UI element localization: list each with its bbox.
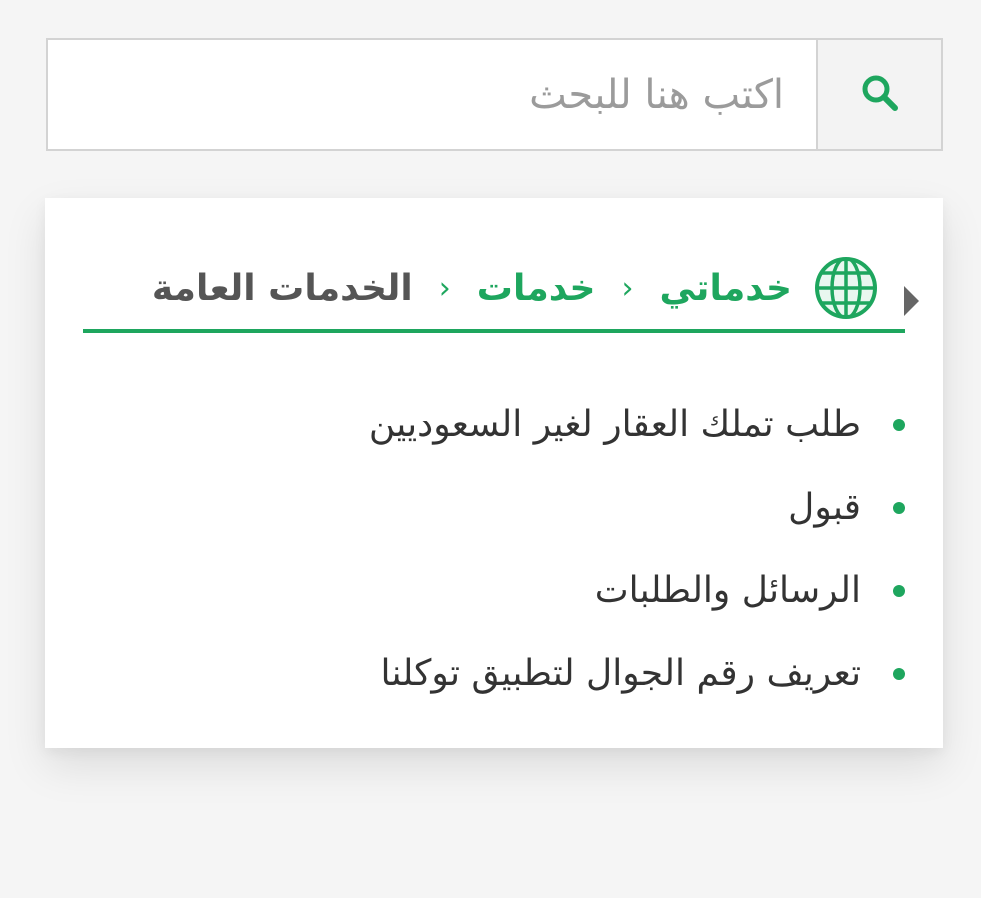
service-item-property-ownership[interactable]: طلب تملك العقار لغير السعوديين bbox=[369, 383, 905, 466]
chevron-left-icon: ‹ bbox=[621, 270, 634, 306]
search-bar bbox=[46, 38, 943, 151]
breadcrumb-underline bbox=[83, 329, 905, 333]
service-item-label[interactable]: الرسائل والطلبات bbox=[595, 570, 861, 611]
page: خدماتي ‹ خدمات ‹ الخدمات العامة طلب تملك… bbox=[0, 0, 981, 898]
bullet-icon bbox=[893, 501, 905, 514]
services-list: طلب تملك العقار لغير السعوديين قبول الرس… bbox=[369, 383, 905, 715]
service-item-messages-requests[interactable]: الرسائل والطلبات bbox=[369, 549, 905, 632]
bullet-icon bbox=[893, 584, 905, 597]
breadcrumb-item-services[interactable]: خدمات bbox=[477, 268, 596, 309]
breadcrumb-item-my-services[interactable]: خدماتي bbox=[660, 268, 793, 309]
breadcrumb: خدماتي ‹ خدمات ‹ الخدمات العامة bbox=[151, 256, 878, 320]
service-item-tawakkalna-mobile[interactable]: تعريف رقم الجوال لتطبيق توكلنا bbox=[369, 632, 905, 715]
service-item-label[interactable]: تعريف رقم الجوال لتطبيق توكلنا bbox=[381, 653, 861, 694]
chevron-left-icon: ‹ bbox=[438, 270, 451, 306]
service-item-qubool[interactable]: قبول bbox=[369, 466, 905, 549]
globe-icon bbox=[814, 256, 878, 320]
search-input[interactable] bbox=[48, 40, 816, 149]
bullet-icon bbox=[893, 418, 905, 431]
service-item-label[interactable]: قبول bbox=[788, 487, 861, 528]
search-icon bbox=[860, 73, 900, 117]
service-item-label[interactable]: طلب تملك العقار لغير السعوديين bbox=[369, 404, 861, 445]
search-button[interactable] bbox=[816, 40, 941, 149]
caret-right-icon[interactable] bbox=[904, 286, 919, 316]
bullet-icon bbox=[893, 667, 905, 680]
breadcrumb-item-general-services: الخدمات العامة bbox=[151, 267, 413, 309]
services-card: خدماتي ‹ خدمات ‹ الخدمات العامة طلب تملك… bbox=[45, 198, 943, 748]
